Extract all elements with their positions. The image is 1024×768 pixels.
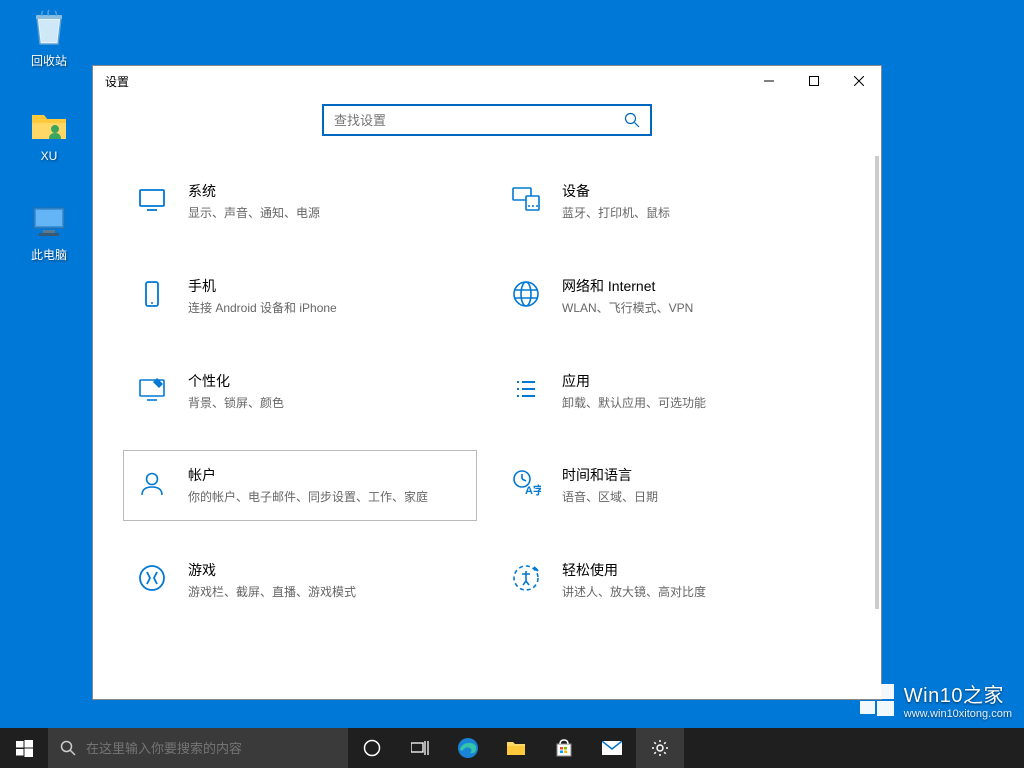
- minimize-button[interactable]: [746, 66, 791, 96]
- tile-desc: 你的帐户、电子邮件、同步设置、工作、家庭: [188, 489, 466, 506]
- recycle-bin-icon: [29, 8, 69, 48]
- scrollbar-thumb[interactable]: [875, 156, 879, 609]
- settings-taskbar-icon[interactable]: [636, 728, 684, 768]
- tile-system[interactable]: 系统显示、声音、通知、电源: [123, 166, 477, 237]
- tile-accounts[interactable]: 帐户你的帐户、电子邮件、同步设置、工作、家庭: [123, 450, 477, 521]
- tile-apps[interactable]: 应用卸载、默认应用、可选功能: [497, 356, 851, 427]
- tile-title: 手机: [188, 276, 466, 296]
- cortana-icon[interactable]: [348, 728, 396, 768]
- tile-desc: 语音、区域、日期: [562, 489, 840, 506]
- tile-title: 帐户: [188, 465, 466, 485]
- watermark: Win10之家 www.win10xitong.com: [860, 679, 1012, 720]
- task-view-icon[interactable]: [396, 728, 444, 768]
- tile-title: 轻松使用: [562, 560, 840, 580]
- tile-desc: 背景、锁屏、颜色: [188, 395, 466, 412]
- search-icon: [60, 740, 76, 756]
- search-icon: [624, 112, 640, 128]
- tile-desc: 讲述人、放大镜、高对比度: [562, 584, 840, 601]
- watermark-url: www.win10xitong.com: [904, 708, 1012, 720]
- settings-window: 设置 系统显示、声音、通知、电源设备蓝牙、打印机、鼠标手机连接 Android …: [92, 65, 882, 700]
- window-body: 系统显示、声音、通知、电源设备蓝牙、打印机、鼠标手机连接 Android 设备和…: [93, 96, 881, 699]
- tile-desc: 游戏栏、截屏、直播、游戏模式: [188, 584, 466, 601]
- tile-network[interactable]: 网络和 Internet WLAN、飞行模式、VPN: [497, 261, 851, 332]
- settings-search[interactable]: [322, 104, 652, 136]
- tile-phone[interactable]: 手机连接 Android 设备和 iPhone: [123, 261, 477, 332]
- phone-icon: [134, 276, 170, 312]
- desktop-icon-label: XU: [41, 149, 58, 163]
- start-button[interactable]: [0, 728, 48, 768]
- taskbar: [0, 728, 1024, 768]
- tile-title: 个性化: [188, 371, 466, 391]
- gaming-icon: [134, 560, 170, 596]
- system-icon: [134, 181, 170, 217]
- mail-icon[interactable]: [588, 728, 636, 768]
- window-title: 设置: [105, 73, 746, 90]
- tile-title: 系统: [188, 181, 466, 201]
- accounts-icon: [134, 465, 170, 501]
- desktop-icon-label: 回收站: [31, 52, 67, 69]
- tile-desc: 连接 Android 设备和 iPhone: [188, 300, 466, 317]
- tile-title: 网络和 Internet: [562, 276, 840, 296]
- tile-ease-of-access[interactable]: 轻松使用讲述人、放大镜、高对比度: [497, 545, 851, 616]
- edge-icon[interactable]: [444, 728, 492, 768]
- windows-logo-icon: [860, 683, 894, 717]
- store-icon[interactable]: [540, 728, 588, 768]
- ease-of-access-icon: [508, 560, 544, 596]
- tile-desc: WLAN、飞行模式、VPN: [562, 300, 840, 317]
- devices-icon: [508, 181, 544, 217]
- tile-gaming[interactable]: 游戏游戏栏、截屏、直播、游戏模式: [123, 545, 477, 616]
- tile-desc: 显示、声音、通知、电源: [188, 205, 466, 222]
- folder-icon: [29, 105, 69, 145]
- close-button[interactable]: [836, 66, 881, 96]
- time-language-icon: A字: [508, 465, 544, 501]
- computer-icon: [29, 202, 69, 242]
- taskbar-search-input[interactable]: [86, 741, 336, 756]
- scrollbar[interactable]: [875, 156, 879, 689]
- network-icon: [508, 276, 544, 312]
- apps-icon: [508, 371, 544, 407]
- tile-title: 应用: [562, 371, 840, 391]
- tile-time-language[interactable]: A字 时间和语言语音、区域、日期: [497, 450, 851, 521]
- tile-title: 游戏: [188, 560, 466, 580]
- settings-grid: 系统显示、声音、通知、电源设备蓝牙、打印机、鼠标手机连接 Android 设备和…: [113, 166, 861, 616]
- tile-title: 时间和语言: [562, 465, 840, 485]
- search-input[interactable]: [334, 113, 624, 128]
- svg-text:A字: A字: [525, 483, 541, 497]
- titlebar: 设置: [93, 66, 881, 96]
- tile-desc: 蓝牙、打印机、鼠标: [562, 205, 840, 222]
- file-explorer-icon[interactable]: [492, 728, 540, 768]
- taskbar-search[interactable]: [48, 728, 348, 768]
- tile-desc: 卸载、默认应用、可选功能: [562, 395, 840, 412]
- tile-title: 设备: [562, 181, 840, 201]
- desktop-icon-this-pc[interactable]: 此电脑: [14, 202, 84, 263]
- maximize-button[interactable]: [791, 66, 836, 96]
- personalization-icon: [134, 371, 170, 407]
- tile-devices[interactable]: 设备蓝牙、打印机、鼠标: [497, 166, 851, 237]
- desktop-icon-label: 此电脑: [31, 246, 67, 263]
- desktop-icon-recycle-bin[interactable]: 回收站: [14, 8, 84, 69]
- tile-personalization[interactable]: 个性化背景、锁屏、颜色: [123, 356, 477, 427]
- watermark-title: Win10之家: [904, 679, 1004, 708]
- desktop-icon-user-folder[interactable]: XU: [14, 105, 84, 163]
